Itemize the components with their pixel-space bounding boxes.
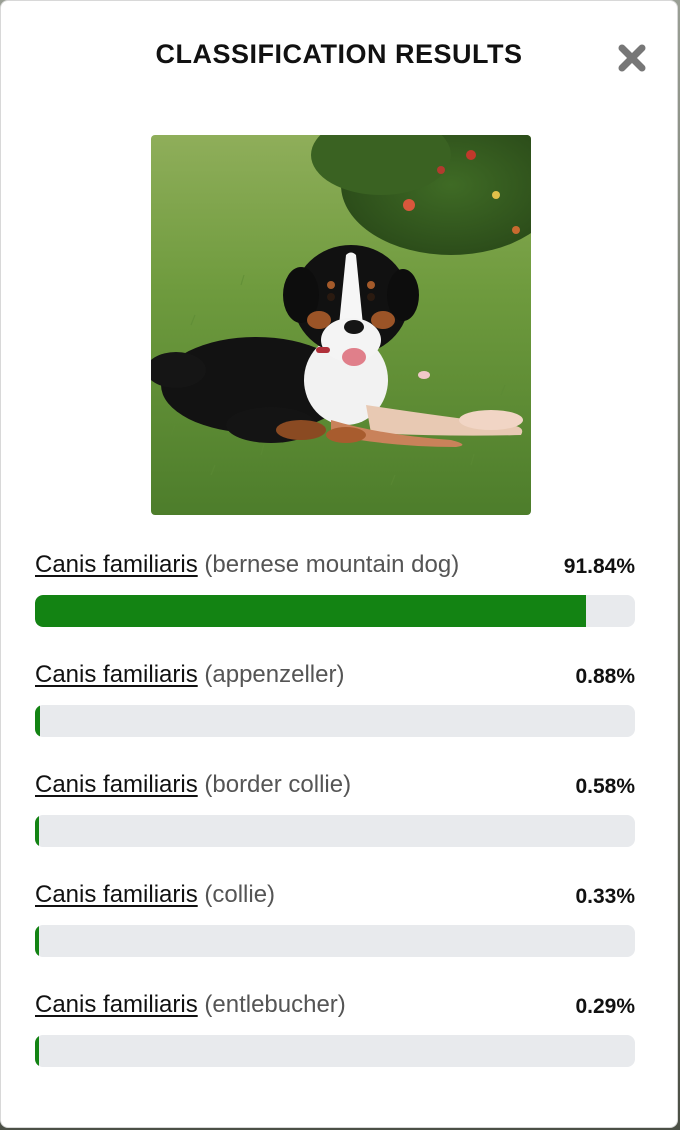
species-link[interactable]: Canis familiaris (35, 661, 198, 688)
confidence-bar-fill (35, 595, 587, 627)
result-row: Canis familiaris (collie) 0.33% (35, 880, 635, 960)
species-link[interactable]: Canis familiaris (35, 551, 198, 578)
common-name: (appenzeller) (204, 661, 345, 688)
common-name: (collie) (204, 881, 276, 908)
common-name: (entlebucher) (204, 991, 346, 1018)
species-link[interactable]: Canis familiaris (35, 881, 198, 908)
confidence-bar-fill (35, 925, 39, 957)
classification-modal: CLASSIFICATION RESULTS Canis familiaris … (0, 0, 678, 1128)
classified-photo (151, 135, 531, 515)
confidence-percent: 0.88% (575, 665, 635, 688)
confidence-bar-fill (35, 815, 39, 847)
result-row: Canis familiaris (border collie) 0.58% (35, 770, 635, 850)
confidence-bar-fill (35, 1035, 39, 1067)
close-icon[interactable] (617, 43, 647, 73)
confidence-bar-track (35, 705, 635, 737)
confidence-percent: 0.33% (575, 885, 635, 908)
confidence-bar-fill (35, 705, 41, 737)
result-row: Canis familiaris (entlebucher) 0.29% (35, 990, 635, 1070)
confidence-bar-track (35, 1035, 635, 1067)
species-link[interactable]: Canis familiaris (35, 991, 198, 1018)
confidence-percent: 0.58% (575, 775, 635, 798)
common-name: (bernese mountain dog) (204, 551, 460, 578)
result-row: Canis familiaris (bernese mountain dog) … (35, 550, 635, 630)
confidence-percent: 91.84% (563, 555, 635, 578)
confidence-bar-track (35, 925, 635, 957)
confidence-bar-track (35, 815, 635, 847)
result-row: Canis familiaris (appenzeller) 0.88% (35, 660, 635, 740)
modal-title: CLASSIFICATION RESULTS (155, 39, 523, 69)
species-link[interactable]: Canis familiaris (35, 771, 198, 798)
confidence-percent: 0.29% (575, 995, 635, 1018)
confidence-bar-track (35, 595, 635, 627)
common-name: (border collie) (204, 771, 352, 798)
